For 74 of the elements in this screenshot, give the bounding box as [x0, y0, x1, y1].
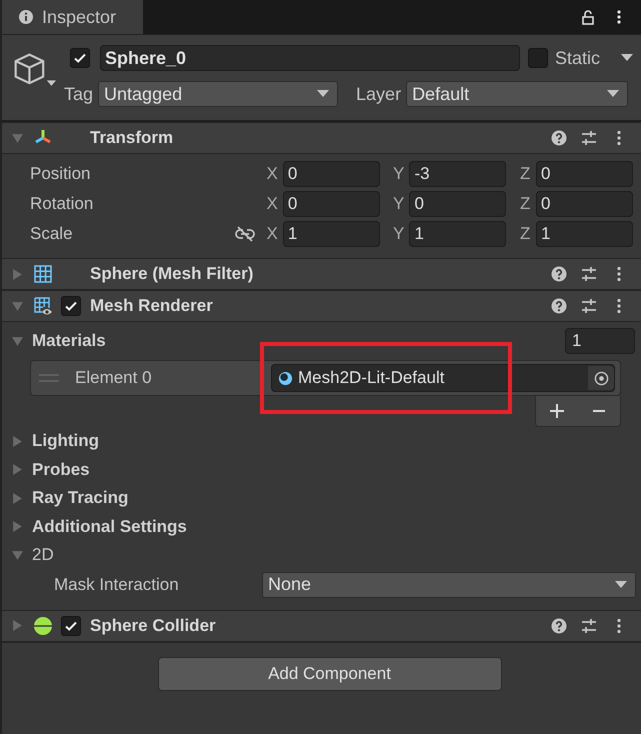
number-field[interactable]: 1	[409, 221, 506, 247]
axis-label: X	[265, 224, 279, 244]
help-icon[interactable]	[551, 618, 567, 634]
foldout-label[interactable]: 2D	[32, 545, 54, 566]
grid-icon	[33, 264, 53, 284]
component-header[interactable]: Mesh Renderer	[2, 290, 641, 322]
help-icon[interactable]	[551, 298, 567, 314]
foldout-label[interactable]: Additional Settings	[32, 516, 187, 537]
number-field[interactable]: 0	[536, 191, 633, 217]
layer-label: Layer	[356, 84, 402, 104]
property-label: Rotation	[29, 194, 94, 214]
object-picker-icon[interactable]	[588, 366, 614, 390]
component-title: Mesh Renderer	[90, 296, 213, 316]
property-label: Mask Interaction	[53, 574, 180, 594]
number-field[interactable]: -3	[409, 161, 506, 187]
sphere-icon	[33, 616, 53, 636]
object-field[interactable]: Mesh2D-Lit-Default	[271, 364, 615, 392]
material-sphere-icon	[278, 370, 293, 386]
settings-sliders-icon[interactable]	[581, 298, 597, 314]
settings-sliders-icon[interactable]	[581, 130, 597, 146]
property-label: Position	[29, 164, 92, 184]
grid-eye-icon	[33, 296, 53, 316]
component-header[interactable]: Sphere Collider	[2, 610, 641, 642]
foldout-label[interactable]: Ray Tracing	[32, 488, 128, 508]
enabled-checkbox[interactable]	[61, 296, 81, 316]
foldout-label[interactable]: Lighting	[32, 431, 100, 452]
foldout-label[interactable]: Probes	[32, 460, 90, 480]
component-header[interactable]: Transform	[2, 122, 641, 154]
enabled-checkbox[interactable]	[61, 616, 81, 636]
static-label: Static	[555, 48, 600, 68]
settings-sliders-icon[interactable]	[581, 618, 597, 634]
layer-dropdown[interactable]: Default	[406, 81, 628, 107]
add-icon[interactable]	[549, 403, 565, 419]
axis-label: Y	[392, 164, 406, 184]
component-header[interactable]: Sphere (Mesh Filter)	[2, 258, 641, 290]
axis-label: X	[265, 164, 279, 184]
axis-label: X	[265, 194, 279, 214]
active-checkbox[interactable]	[70, 48, 90, 68]
axis-label: Z	[519, 194, 532, 214]
component-title: Transform	[90, 128, 174, 148]
component-title: Sphere Collider	[90, 616, 216, 636]
materials-label: Materials	[32, 331, 106, 351]
axis-label: Z	[519, 224, 532, 244]
tag-label: Tag	[64, 84, 94, 104]
number-field[interactable]: 0	[409, 191, 506, 217]
axis-label: Z	[519, 164, 532, 184]
number-field[interactable]: 1	[282, 221, 380, 247]
tag-dropdown[interactable]: Untagged	[98, 81, 338, 107]
number-field[interactable]: 0	[282, 161, 380, 187]
dropdown-arrow-icon	[607, 90, 620, 98]
dropdown-arrow-icon[interactable]	[621, 54, 633, 62]
number-field[interactable]: 0	[536, 161, 633, 187]
component-title: Sphere (Mesh Filter)	[90, 264, 254, 284]
settings-sliders-icon[interactable]	[581, 266, 597, 282]
drag-handle-icon[interactable]	[39, 374, 59, 382]
dropdown-arrow-icon	[615, 580, 627, 588]
help-icon[interactable]	[551, 266, 567, 282]
axis-label: Y	[392, 194, 406, 214]
link-icon[interactable]	[235, 226, 256, 242]
static-checkbox[interactable]	[528, 48, 548, 68]
number-field[interactable]: 0	[282, 191, 380, 217]
dropdown-arrow-icon	[317, 90, 330, 98]
number-field[interactable]: 1	[536, 221, 633, 247]
info-icon	[18, 9, 34, 25]
name-field[interactable]: Sphere_0	[100, 45, 520, 71]
help-icon[interactable]	[551, 130, 567, 146]
inspector-tab[interactable]: Inspector	[2, 0, 143, 34]
property-label: Scale	[29, 224, 74, 244]
add-component-button[interactable]: Add Component	[158, 656, 502, 690]
size-field[interactable]: 1	[565, 328, 635, 354]
lock-icon[interactable]	[581, 9, 597, 25]
axis-label: Y	[392, 224, 406, 244]
mask-interaction-dropdown[interactable]: None	[262, 572, 636, 598]
element-label: Element 0	[75, 368, 153, 388]
